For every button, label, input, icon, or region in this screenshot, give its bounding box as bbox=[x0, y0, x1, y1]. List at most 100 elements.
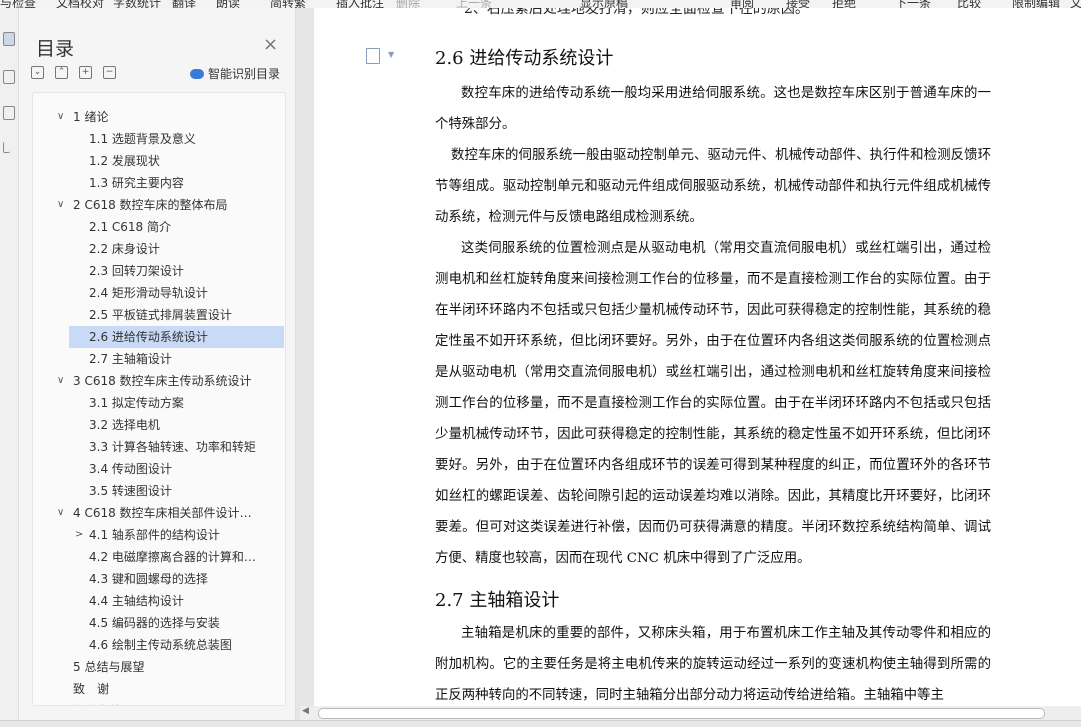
add-heading-icon[interactable]: + bbox=[79, 66, 92, 79]
toc-item-label: 3 C618 数控车床主传动系统设计 bbox=[73, 374, 252, 388]
collapse-all-icon[interactable]: ⌄ bbox=[31, 66, 44, 79]
toc-item-label: 4.6 绘制主传动系统总装图 bbox=[89, 638, 232, 652]
toc-item-label: 2.4 矩形滑动导轨设计 bbox=[89, 286, 208, 300]
chevron-down-icon[interactable]: ∨ bbox=[57, 194, 64, 216]
toc-item[interactable]: 2.6 进给传动系统设计 bbox=[69, 326, 284, 348]
toc-item-label: 4.1 轴系部件的结构设计 bbox=[89, 528, 220, 542]
left-icon-strip bbox=[0, 8, 19, 726]
toc-item-label: 1.3 研究主要内容 bbox=[89, 176, 184, 190]
chevron-down-icon[interactable]: ∨ bbox=[57, 106, 64, 128]
paragraph: 这类伺服系统的位置检测点是从驱动电机（常用交直流伺服电机）或丝杠端引出，通过检测… bbox=[435, 241, 991, 566]
toolbar-item[interactable]: 拒绝 bbox=[832, 0, 856, 8]
toc-item[interactable]: 致 谢 bbox=[33, 678, 266, 700]
toc-item[interactable]: 1.2 发展现状 bbox=[33, 150, 266, 172]
horizontal-scrollbar[interactable]: ◀ bbox=[300, 706, 1081, 720]
smart-toc-label: 智能识别目录 bbox=[208, 67, 281, 81]
toc-item[interactable]: 1.1 选题背景及意义 bbox=[33, 128, 266, 150]
cut-off-line: 2、右压紧后处理地发打滑，则应全面检查下在的原因。 bbox=[464, 8, 809, 17]
toc-item-label: 1 绪论 bbox=[73, 110, 109, 124]
toolbar-item[interactable]: 下一条 bbox=[895, 0, 931, 8]
toc-item[interactable]: ∨ 1 绪论 bbox=[33, 106, 266, 128]
toolbar-item[interactable]: 简转繁 bbox=[270, 0, 306, 8]
toc-item[interactable]: ∨ 2 C618 数控车床的整体布局 bbox=[33, 194, 266, 216]
toc-item[interactable]: 2.5 平板链式排屑装置设计 bbox=[33, 304, 266, 326]
bookmark-icon[interactable] bbox=[3, 70, 15, 84]
toc-item-label: 3.1 拟定传动方案 bbox=[89, 396, 184, 410]
toolbar-item[interactable]: 朗读 bbox=[216, 0, 240, 8]
toc-pane-title: 目录 bbox=[36, 38, 75, 60]
document-page[interactable]: 2、右压紧后处理地发打滑，则应全面检查下在的原因。 ▼ 2.6 进给传动系统设计… bbox=[314, 8, 1081, 708]
toolbar-item[interactable]: 字数统计 bbox=[113, 0, 161, 8]
page-thumbnail-icon[interactable] bbox=[3, 106, 15, 120]
toc-item[interactable]: 2.2 床身设计 bbox=[33, 238, 266, 260]
toc-item-label: 4 C618 数控车床相关部件设计及选… bbox=[73, 506, 259, 520]
toc-item[interactable]: 5 总结与展望 bbox=[33, 656, 266, 678]
toc-item[interactable]: 4.3 键和圆螺母的选择 bbox=[33, 568, 266, 590]
ribbon-toolbar: 与检查 文档校对 字数统计 翻译 朗读 简转繁 插入批注 删除 上一条 显示原稿… bbox=[0, 0, 1081, 8]
toc-item[interactable]: 3.3 计算各轴转速、功率和转矩 bbox=[33, 436, 266, 458]
toc-panel-icon[interactable] bbox=[3, 32, 15, 46]
paragraph: 数控车床的伺服系统一般由驱动控制单元、驱动元件、机械传动部件、执行件和检测反馈环… bbox=[435, 148, 991, 225]
smart-toc-button[interactable]: 智能识别目录 bbox=[190, 65, 280, 82]
toc-item[interactable]: 3.4 传动图设计 bbox=[33, 458, 266, 480]
toc-item[interactable]: 3.5 转速图设计 bbox=[33, 480, 266, 502]
toolbar-item[interactable]: 显示原稿 bbox=[580, 0, 628, 8]
chevron-right-icon[interactable]: > bbox=[75, 524, 83, 546]
toc-item[interactable]: 2.1 C618 简介 bbox=[33, 216, 266, 238]
toc-item-label: 3.2 选择电机 bbox=[89, 418, 160, 432]
toc-item-label: 2.3 回转刀架设计 bbox=[89, 264, 184, 278]
toc-item[interactable]: 参考文献 bbox=[33, 700, 266, 705]
chevron-down-icon[interactable]: ▼ bbox=[388, 50, 394, 59]
paragraph: 主轴箱是机床的重要的部件，又称床头箱，用于布置机床工作主轴及其传动零件和相应的附… bbox=[435, 626, 991, 703]
toc-item[interactable]: 3.2 选择电机 bbox=[33, 414, 266, 436]
toc-item[interactable]: 4.4 主轴结构设计 bbox=[33, 590, 266, 612]
toc-item[interactable]: 4.6 绘制主传动系统总装图 bbox=[33, 634, 266, 656]
chevron-down-icon[interactable]: ∨ bbox=[57, 370, 64, 392]
toc-item[interactable]: 2.7 主轴箱设计 bbox=[33, 348, 266, 370]
toc-item[interactable]: >4.1 轴系部件的结构设计 bbox=[33, 524, 266, 546]
toolbar-item[interactable]: 比较 bbox=[957, 0, 981, 8]
scroll-thumb[interactable] bbox=[318, 708, 1045, 719]
toc-item-label: 2.6 进给传动系统设计 bbox=[89, 330, 208, 344]
toc-item-label: 2.1 C618 简介 bbox=[89, 220, 171, 234]
toc-item-label: 致 谢 bbox=[73, 682, 110, 696]
toc-item-label: 4.5 编码器的选择与安装 bbox=[89, 616, 220, 630]
toc-list: ∨ 1 绪论 1.1 选题背景及意义 1.2 发展现状 1.3 研究主要内容 ∨ 2 C61… bbox=[32, 92, 286, 706]
toc-item-label: 2.7 主轴箱设计 bbox=[89, 352, 172, 366]
toolbar-item[interactable]: 文档校对 bbox=[56, 0, 104, 8]
toolbar-item[interactable]: 上一条 bbox=[456, 0, 492, 8]
toolbar-item[interactable]: 审阅 bbox=[730, 0, 754, 8]
toc-item-label: 4.3 键和圆螺母的选择 bbox=[89, 572, 208, 586]
remove-heading-icon[interactable]: − bbox=[103, 66, 116, 79]
document-area: 2、右压紧后处理地发打滑，则应全面检查下在的原因。 ▼ 2.6 进给传动系统设计… bbox=[296, 8, 1081, 726]
scroll-left-icon[interactable]: ◀ bbox=[302, 706, 309, 716]
paragraph-menu-icon[interactable] bbox=[366, 48, 380, 64]
toc-item[interactable]: 1.3 研究主要内容 bbox=[33, 172, 266, 194]
toc-item[interactable]: ∨ 4 C618 数控车床相关部件设计及选… bbox=[33, 502, 266, 524]
toc-item[interactable]: 2.3 回转刀架设计 bbox=[33, 260, 266, 282]
toolbar-item[interactable]: 限制编辑 bbox=[1012, 0, 1060, 8]
toc-item-label: 3.5 转速图设计 bbox=[89, 484, 172, 498]
toolbar-item[interactable]: 插入批注 bbox=[336, 0, 384, 8]
toc-item-label: 2.5 平板链式排屑装置设计 bbox=[89, 308, 232, 322]
ai-icon bbox=[190, 68, 204, 79]
toolbar-item[interactable]: 与检查 bbox=[0, 0, 36, 8]
toc-item-label: 2 C618 数控车床的整体布局 bbox=[73, 198, 228, 212]
toc-item[interactable]: 4.5 编码器的选择与安装 bbox=[33, 612, 266, 634]
toolbar-item[interactable]: 接受 bbox=[786, 0, 810, 8]
toc-item[interactable]: 2.4 矩形滑动导轨设计 bbox=[33, 282, 266, 304]
toc-pane: 目录 × ⌄ ⌃ + − 智能识别目录 ∨ 1 绪论 1.1 选题背景及意义 1.2 … bbox=[19, 8, 296, 720]
toolbar-item[interactable]: 文 bbox=[1070, 0, 1081, 8]
toolbar-item[interactable]: 翻译 bbox=[172, 0, 196, 8]
toc-item[interactable]: 4.2 电磁摩擦离合器的计算和选择 bbox=[33, 546, 266, 568]
paragraph: 数控车床的进给传动系统一般均采用进给伺服系统。这也是数控车床区别于普通车床的一个… bbox=[435, 86, 991, 132]
chevron-down-icon[interactable]: ∨ bbox=[57, 502, 64, 524]
toc-item-label: 1.2 发展现状 bbox=[89, 154, 160, 168]
search-icon[interactable] bbox=[3, 142, 10, 153]
expand-all-icon[interactable]: ⌃ bbox=[55, 66, 68, 79]
toc-item[interactable]: ∨ 3 C618 数控车床主传动系统设计 bbox=[33, 370, 266, 392]
toolbar-item[interactable]: 删除 bbox=[396, 0, 420, 8]
toc-item-label: 1.1 选题背景及意义 bbox=[89, 132, 196, 146]
toc-item[interactable]: 3.1 拟定传动方案 bbox=[33, 392, 266, 414]
close-icon[interactable]: × bbox=[263, 34, 278, 55]
